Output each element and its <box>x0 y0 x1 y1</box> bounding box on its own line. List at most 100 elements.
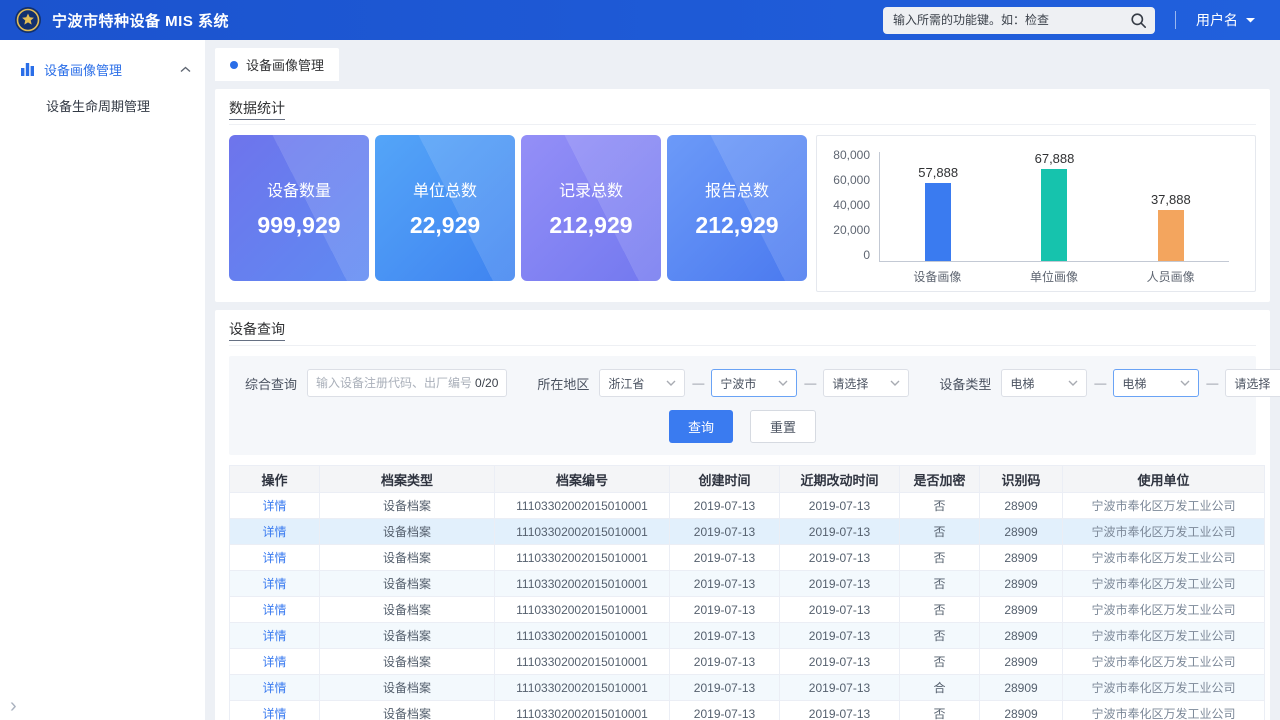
cell-unit: 宁波市奉化区万发工业公司 <box>1062 596 1265 623</box>
table-row: 详情 设备档案 11103302002015010001 2019-07-13 … <box>229 492 1265 519</box>
detail-link[interactable]: 详情 <box>262 577 286 591</box>
char-counter: 0/20 <box>475 376 499 390</box>
detail-link[interactable]: 详情 <box>262 681 286 695</box>
cell-created: 2019-07-13 <box>669 622 780 649</box>
detail-link[interactable]: 详情 <box>262 655 286 669</box>
cell-code: 28909 <box>979 492 1063 519</box>
tab-dot-icon <box>230 60 238 69</box>
cell-modified: 2019-07-13 <box>779 544 900 571</box>
chevron-down-icon <box>778 380 788 386</box>
stats-panel: 数据统计 设备数量 999,929 单位总数 22,929 记录总数 212,9… <box>215 89 1270 302</box>
range-separator: — <box>692 376 705 390</box>
cell-modified: 2019-07-13 <box>779 492 900 519</box>
cell-modified: 2019-07-13 <box>779 570 900 597</box>
bar-chart-icon <box>20 62 35 77</box>
username: 用户名 <box>1196 12 1238 28</box>
filter-form: 综合查询 0/20 所在地区 浙江省 — 宁波市 — 请选择 设备类型 电 <box>229 356 1280 455</box>
query-panel-header: 设备查询 <box>229 319 1256 346</box>
cell-code: 28909 <box>979 700 1063 720</box>
select-dropdown[interactable]: 电梯 <box>1113 369 1200 397</box>
y-tick-label: 0 <box>863 248 870 262</box>
cell-created: 2019-07-13 <box>669 674 780 701</box>
select-value: 电梯 <box>1122 376 1147 391</box>
bar-chart: 80,000 60,000 40,000 20,000 0 57,888 67,888 … <box>816 135 1256 292</box>
cell-archive-type: 设备档案 <box>319 518 495 545</box>
cell-code: 28909 <box>979 622 1063 649</box>
select-dropdown[interactable]: 电梯 <box>1001 369 1088 397</box>
bar <box>1157 210 1184 261</box>
cell-archive-number: 11103302002015010001 <box>494 492 670 519</box>
cell-unit: 宁波市奉化区万发工业公司 <box>1062 518 1265 545</box>
select-dropdown[interactable]: 浙江省 <box>599 369 686 397</box>
range-separator: — <box>804 376 817 390</box>
tab-device-portrait[interactable]: 设备画像管理 <box>215 48 340 81</box>
region-selects: 浙江省 — 宁波市 — 请选择 <box>599 369 910 397</box>
search-icon[interactable] <box>1130 12 1147 29</box>
table-body: 详情 设备档案 11103302002015010001 2019-07-13 … <box>229 492 1265 720</box>
sidebar-item-lifecycle[interactable]: 设备生命周期管理 <box>0 88 205 122</box>
select-dropdown[interactable]: 宁波市 <box>711 369 798 397</box>
keyword-input[interactable] <box>316 376 472 390</box>
cell-modified: 2019-07-13 <box>779 700 900 720</box>
cell-code: 28909 <box>979 544 1063 571</box>
bar-group: 37,888 <box>1151 192 1191 261</box>
type-label: 设备类型 <box>939 376 992 392</box>
cell-code: 28909 <box>979 596 1063 623</box>
cell-unit: 宁波市奉化区万发工业公司 <box>1062 544 1265 571</box>
select-dropdown[interactable]: 请选择 <box>1225 369 1280 397</box>
reset-button[interactable]: 重置 <box>750 410 817 443</box>
stat-card: 报告总数 212,929 <box>667 135 807 281</box>
keyword-input-wrap[interactable]: 0/20 <box>307 369 508 397</box>
cell-code: 28909 <box>979 648 1063 675</box>
table-row: 详情 设备档案 11103302002015010001 2019-07-13 … <box>229 648 1265 675</box>
stat-card-label: 设备数量 <box>266 183 331 200</box>
select-value: 请选择 <box>1234 376 1271 391</box>
cell-encrypted: 否 <box>899 648 980 675</box>
tabstrip: 设备画像管理 <box>215 48 1270 81</box>
bar-group: 57,888 <box>918 165 958 261</box>
cell-unit: 宁波市奉化区万发工业公司 <box>1062 622 1265 649</box>
top-search-input[interactable] <box>893 13 1130 27</box>
stat-card-value: 212,929 <box>695 212 779 238</box>
detail-link[interactable]: 详情 <box>262 499 286 513</box>
stat-card-label: 报告总数 <box>704 183 769 200</box>
cell-encrypted: 否 <box>899 518 980 545</box>
detail-link[interactable]: 详情 <box>262 551 286 565</box>
column-header: 是否加密 <box>899 465 980 493</box>
select-value: 请选择 <box>832 376 869 391</box>
stat-card-label: 单位总数 <box>412 183 477 200</box>
cell-created: 2019-07-13 <box>669 596 780 623</box>
select-dropdown[interactable]: 请选择 <box>823 369 910 397</box>
cell-modified: 2019-07-13 <box>779 648 900 675</box>
cell-archive-number: 11103302002015010001 <box>494 596 670 623</box>
column-header: 档案类型 <box>319 465 495 493</box>
column-header: 创建时间 <box>669 465 780 493</box>
table-row: 详情 设备档案 11103302002015010001 2019-07-13 … <box>229 518 1265 545</box>
top-search[interactable] <box>883 6 1155 34</box>
detail-link[interactable]: 详情 <box>262 707 286 720</box>
sidebar: 设备画像管理 设备生命周期管理 › <box>0 40 205 720</box>
cell-archive-type: 设备档案 <box>319 622 495 649</box>
sidebar-collapse-icon[interactable]: › <box>10 696 17 716</box>
cell-encrypted: 合 <box>899 674 980 701</box>
search-button[interactable]: 查询 <box>668 410 733 443</box>
stat-card-value: 22,929 <box>409 212 481 238</box>
records-table: 操作 档案类型 档案编号 创建时间 近期改动时间 是否加密 识别码 使用单位 详情 设备档案 … <box>229 465 1265 720</box>
sidebar-item-device-portrait[interactable]: 设备画像管理 <box>0 50 205 88</box>
user-menu[interactable]: 用户名 <box>1196 10 1262 30</box>
main-content: 设备画像管理 数据统计 设备数量 999,929 单位总数 22,929 记录总… <box>205 40 1280 720</box>
cell-archive-type: 设备档案 <box>319 648 495 675</box>
cell-modified: 2019-07-13 <box>779 518 900 545</box>
chevron-down-icon <box>1068 380 1078 386</box>
tab-label: 设备画像管理 <box>246 58 325 73</box>
cell-archive-type: 设备档案 <box>319 544 495 571</box>
detail-link[interactable]: 详情 <box>262 603 286 617</box>
range-separator: — <box>1094 376 1107 390</box>
stats-panel-header: 数据统计 <box>229 98 1256 125</box>
detail-link[interactable]: 详情 <box>262 525 286 539</box>
detail-link[interactable]: 详情 <box>262 629 286 643</box>
topbar-divider <box>1175 11 1176 29</box>
cell-unit: 宁波市奉化区万发工业公司 <box>1062 674 1265 701</box>
region-label: 所在地区 <box>537 376 590 392</box>
cell-created: 2019-07-13 <box>669 570 780 597</box>
